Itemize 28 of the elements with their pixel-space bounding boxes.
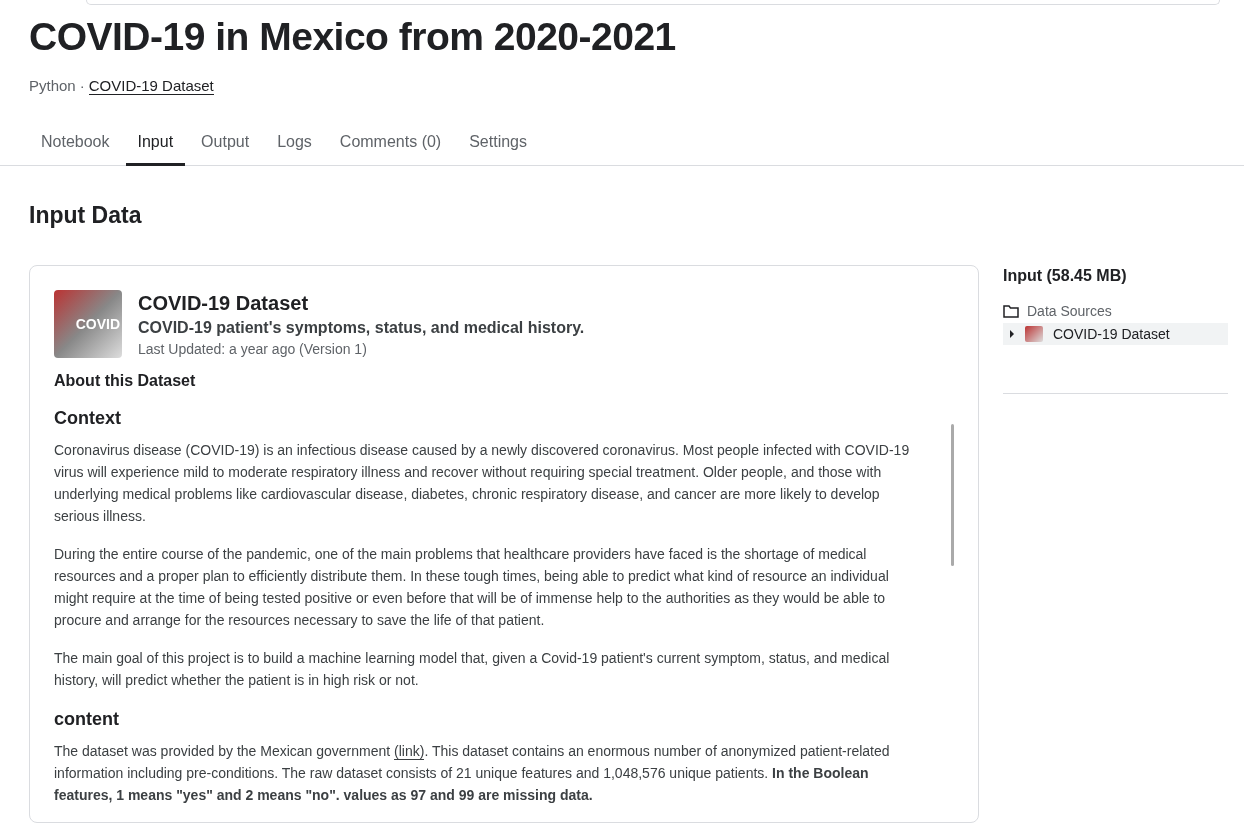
paragraph: During the entire course of the pandemic, one of the main problems that healthcare providers have faced is the shortage of medical resources and a proper plan to efficiently distribute them. In these tough times, being able to predict what kind of resource an individual might require at the time of being tested positive or even before that will be of immense help to the authorities as they would be able to procure and arrange for the resources necessary to save the life of that patient. — [54, 545, 890, 630]
input-size-title: Input (58.45 MB) — [1003, 267, 1128, 285]
notebook-title: COVID-19 in Mexico from 2020-2021 — [29, 14, 677, 60]
folder-icon — [1003, 304, 1019, 318]
about-heading: About this Dataset — [54, 372, 197, 390]
dataset-link[interactable]: COVID-19 Dataset — [88, 77, 214, 95]
tab[interactable]: Notebook — [29, 121, 122, 166]
paragraph: Coronavirus disease (COVID-19) is an infectious disease caused by a newly discovered coronavirus. Most people infected with COVID-19 virus will experience mild to moderate respiratory illness and recover without requiring special treatment. Older people, and those with underlying medical problems like cardiovascular disease, diabetes, chronic respiratory disease, and cancer are more likely to develop serious illness. — [54, 441, 911, 526]
tab[interactable]: Output — [189, 121, 262, 166]
tab[interactable]: Input — [125, 121, 186, 166]
dataset-thumbnail: COVID — [54, 290, 122, 358]
tab[interactable]: Settings — [457, 121, 539, 166]
paragraph: The main goal of this project is to build a machine learning model that, given a Covid-19 patient's current symptom, status, and medical history, will predict whether the patient is in high risk or not. — [54, 649, 891, 690]
section-heading: Context — [54, 408, 122, 429]
paragraph: The dataset was provided by the Mexican government (link). This dataset contains an enormous number of anonymized patient-related information including pre-conditions. The raw dataset consists of 21 unique features and 1,048,576 unique patients. In the Boolean features, 1 means "yes" and 2 means "no". values as 97 and 99 are missing data. — [54, 742, 891, 805]
data-sources-label: Data Sources — [1027, 303, 1112, 319]
separator: · — [79, 77, 85, 95]
dataset-name: COVID-19 Dataset — [138, 292, 310, 315]
dataset-thumbnail — [1025, 326, 1043, 342]
language-label: Python — [29, 77, 76, 95]
section-title: Input Data — [29, 202, 143, 229]
dataset-tree-item[interactable]: COVID-19 Dataset — [1003, 323, 1228, 345]
last-updated: Last Updated: a year ago (Version 1) — [138, 341, 368, 357]
dataset-tagline: COVID-19 patient's symptoms, status, and medical history. — [138, 319, 585, 337]
section-heading: content — [54, 709, 120, 730]
scrollbar[interactable] — [951, 424, 954, 566]
tab[interactable]: Logs — [265, 121, 324, 166]
tab[interactable]: Comments (0) — [327, 121, 454, 166]
